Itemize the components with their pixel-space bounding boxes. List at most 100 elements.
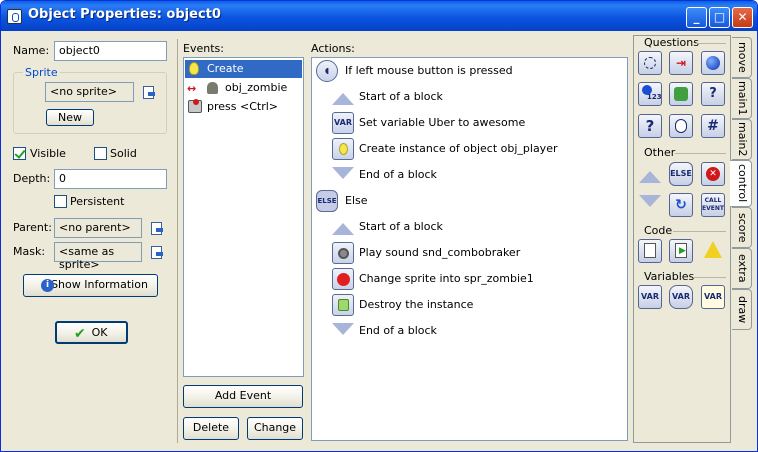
action-label: Destroy the instance xyxy=(359,298,474,311)
block-start-icon xyxy=(332,223,354,235)
section-line xyxy=(673,231,726,232)
name-field[interactable]: object0 xyxy=(54,41,167,61)
tab-score[interactable]: score xyxy=(732,207,752,248)
maximize-icon: □ xyxy=(713,10,726,24)
delete-event-button[interactable]: Delete xyxy=(183,417,239,440)
event-item-collision[interactable]: ↔ obj_zombie xyxy=(185,79,302,97)
repeat-icon[interactable]: ↻ xyxy=(669,193,693,217)
collision-icon: ↔ xyxy=(187,82,197,95)
action-item[interactable]: ◖ If left mouse button is pressed xyxy=(314,59,625,83)
window-title: Object Properties: object0 xyxy=(28,7,221,22)
action-item[interactable]: Start of a block xyxy=(332,215,625,239)
action-label: End of a block xyxy=(359,324,437,337)
tab-draw[interactable]: draw xyxy=(732,289,752,330)
code-label: Code xyxy=(644,224,673,237)
sprite-field[interactable]: <no sprite> xyxy=(45,82,134,102)
var-icon: VAR xyxy=(332,112,354,134)
end-block-icon[interactable] xyxy=(639,195,661,207)
block-end-icon xyxy=(332,167,354,179)
action-item[interactable]: VAR Set variable Uber to awesome xyxy=(332,111,625,135)
ok-button[interactable]: ✔ OK xyxy=(55,321,128,344)
tab-extra[interactable]: extra xyxy=(732,248,752,289)
check-collision-icon[interactable]: ⇥ xyxy=(669,51,693,75)
close-button[interactable]: ✕ xyxy=(732,7,753,28)
action-label: If left mouse button is pressed xyxy=(345,64,513,77)
action-item[interactable]: Play sound snd_combobraker xyxy=(332,241,625,265)
persistent-checkbox[interactable] xyxy=(54,195,67,208)
execute-code-icon[interactable] xyxy=(638,239,662,263)
tab-main1[interactable]: main1 xyxy=(732,78,752,119)
change-event-button[interactable]: Change xyxy=(247,417,303,440)
dice-icon[interactable] xyxy=(669,82,693,106)
visible-checkbox[interactable] xyxy=(13,147,26,160)
parent-label: Parent: xyxy=(13,221,52,234)
mask-field[interactable]: <same as sprite> xyxy=(54,242,142,271)
question-big-icon[interactable]: ? xyxy=(638,114,662,138)
title-bar[interactable]: Object Properties: object0 _ □ ✕ xyxy=(1,1,757,31)
action-item[interactable]: Destroy the instance xyxy=(332,293,625,317)
depth-field[interactable]: 0 xyxy=(54,169,167,189)
lightbulb-icon xyxy=(189,62,199,75)
minimize-icon: _ xyxy=(693,10,700,24)
block-end-icon xyxy=(332,323,354,335)
mask-menu-icon[interactable] xyxy=(150,245,164,259)
action-label: Else xyxy=(345,194,368,207)
mouse-icon: ◖ xyxy=(316,60,338,82)
draw-variable-icon[interactable]: VAR xyxy=(701,285,725,309)
name-label: Name: xyxy=(13,44,50,57)
test-instance-count-icon[interactable]: 123 xyxy=(638,82,662,106)
call-event-icon[interactable]: CALL EVENT xyxy=(701,193,725,217)
action-item[interactable]: Create instance of object obj_player xyxy=(332,137,625,161)
actions-list[interactable]: ◖ If left mouse button is pressed Start … xyxy=(311,57,628,441)
exit-event-icon[interactable]: ✕ xyxy=(701,162,725,186)
event-item-keypress[interactable]: press <Ctrl> xyxy=(185,98,302,116)
action-item[interactable]: ELSE Else xyxy=(314,189,625,213)
new-sprite-button[interactable]: New xyxy=(46,109,94,126)
tab-main2[interactable]: main2 xyxy=(732,119,752,160)
action-item[interactable]: Change sprite into spr_zombie1 xyxy=(332,267,625,291)
parent-field[interactable]: <no parent> xyxy=(54,218,142,238)
checkmark-icon: ✔ xyxy=(74,326,86,342)
section-line xyxy=(675,153,726,154)
action-item[interactable]: End of a block xyxy=(332,163,625,187)
keyboard-icon xyxy=(188,99,202,113)
tab-control[interactable]: control xyxy=(730,160,752,207)
set-variable-icon[interactable]: VAR xyxy=(638,285,662,309)
else-icon: ELSE xyxy=(316,190,338,212)
maximize-button[interactable]: □ xyxy=(709,7,730,28)
else-icon[interactable]: ELSE xyxy=(669,162,693,186)
questions-label: Questions xyxy=(644,36,699,49)
event-label: obj_zombie xyxy=(225,81,288,94)
tab-move[interactable]: move xyxy=(732,37,752,78)
sprite-menu-icon[interactable] xyxy=(142,85,156,99)
events-list[interactable]: Create ↔ obj_zombie press <Ctrl> xyxy=(183,57,304,377)
zombie-sprite-icon xyxy=(207,82,218,94)
start-block-icon[interactable] xyxy=(639,171,661,183)
variables-label: Variables xyxy=(644,270,695,283)
action-item[interactable]: Start of a block xyxy=(332,85,625,109)
check-object-icon[interactable] xyxy=(701,51,725,75)
visible-label: Visible xyxy=(30,147,66,160)
execute-script-icon[interactable]: ▶ xyxy=(669,239,693,263)
grid-icon[interactable]: # xyxy=(701,114,725,138)
question-icon[interactable]: ? xyxy=(701,82,725,106)
warning-icon[interactable] xyxy=(704,241,722,258)
action-item[interactable]: End of a block xyxy=(332,319,625,343)
add-event-button[interactable]: Add Event xyxy=(183,385,303,408)
parent-menu-icon[interactable] xyxy=(150,221,164,235)
event-label: press <Ctrl> xyxy=(207,100,278,113)
sprite-group-label: Sprite xyxy=(23,66,60,79)
check-empty-icon[interactable] xyxy=(638,51,662,75)
show-information-button[interactable]: i Show Information xyxy=(23,274,158,297)
event-item-create[interactable]: Create xyxy=(185,60,302,78)
test-variable-icon[interactable]: VAR xyxy=(669,285,693,309)
speaker-icon xyxy=(332,242,354,264)
minimize-button[interactable]: _ xyxy=(686,7,707,28)
check-mouse-icon[interactable] xyxy=(669,114,693,138)
events-label: Events: xyxy=(183,42,224,55)
solid-checkbox[interactable] xyxy=(94,147,107,160)
action-label: Change sprite into spr_zombie1 xyxy=(359,272,534,285)
action-label: Start of a block xyxy=(359,90,443,103)
action-label: Play sound snd_combobraker xyxy=(359,246,521,259)
solid-label: Solid xyxy=(110,147,137,160)
